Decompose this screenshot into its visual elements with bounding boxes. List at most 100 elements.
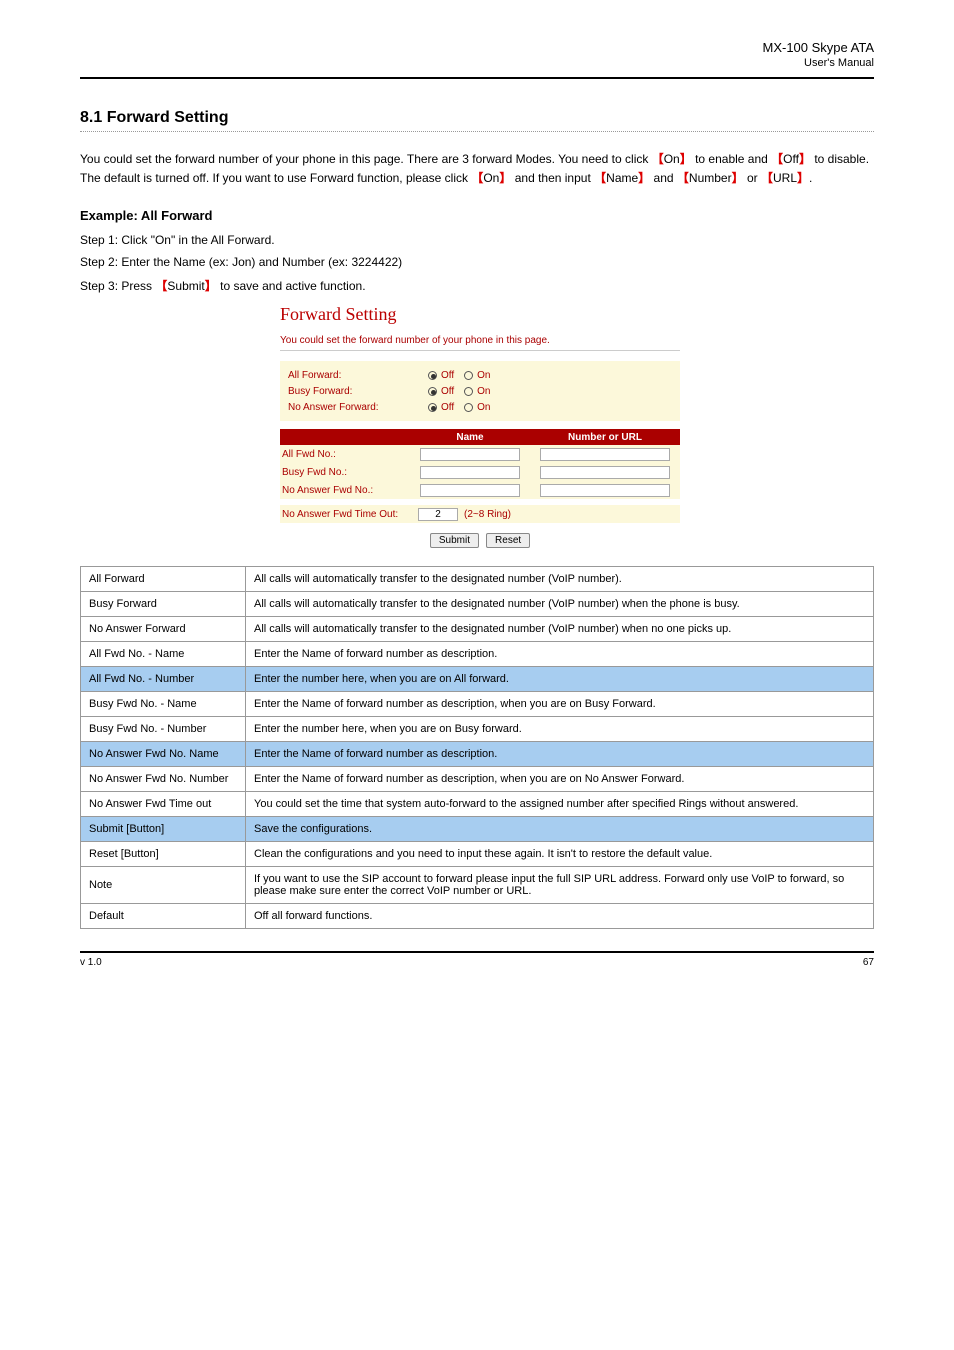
table-desc: If you want to use the SIP account to fo… <box>246 867 874 904</box>
no-answer-fwd-no-row: No Answer Fwd No.: <box>280 481 680 499</box>
radio-off[interactable] <box>428 387 437 396</box>
bracket-icon: 【 <box>677 171 689 185</box>
example-title: Example: All Forward <box>80 208 874 223</box>
table-label: Note <box>81 867 246 904</box>
radio-on-label: On <box>477 402 490 413</box>
panel-title: Forward Setting <box>280 304 680 325</box>
header-rule <box>80 77 874 79</box>
bracket-icon: 【 <box>155 279 167 293</box>
radio-on-label: On <box>477 370 490 381</box>
table-row: Submit [Button]Save the configurations. <box>81 817 874 842</box>
radio-off-label: Off <box>441 370 454 381</box>
table-row: No Answer Fwd Time outYou could set the … <box>81 792 874 817</box>
text: and <box>654 171 674 185</box>
table-row: DefaultOff all forward functions. <box>81 904 874 929</box>
doc-title: MX-100 Skype ATA <box>80 40 874 55</box>
table-label: No Answer Fwd Time out <box>81 792 246 817</box>
table-desc: Enter the Name of forward number as desc… <box>246 642 874 667</box>
divider <box>280 350 680 351</box>
table-desc: Enter the Name of forward number as desc… <box>246 692 874 717</box>
radio-on-label: On <box>477 386 490 397</box>
text: to save and active function. <box>220 279 365 293</box>
bracket-icon: 】 <box>797 171 809 185</box>
radio-off[interactable] <box>428 371 437 380</box>
bracket-icon: 】 <box>205 279 217 293</box>
table-desc: You could set the time that system auto-… <box>246 792 874 817</box>
table-label: All Fwd No. - Number <box>81 667 246 692</box>
table-row: All Fwd No. - NameEnter the Name of forw… <box>81 642 874 667</box>
text: Submit <box>167 279 204 293</box>
text: On <box>483 171 499 185</box>
text: and then input <box>515 171 591 185</box>
table-label: Submit [Button] <box>81 817 246 842</box>
text: to enable and <box>695 152 771 166</box>
table-row: Reset [Button]Clean the configurations a… <box>81 842 874 867</box>
table-label: All Forward <box>81 567 246 592</box>
text: Step 3: Press <box>80 279 155 293</box>
table-label: Busy Fwd No. - Number <box>81 717 246 742</box>
text: Number <box>689 171 732 185</box>
radio-on[interactable] <box>464 371 473 380</box>
bracket-icon: 【 <box>761 171 773 185</box>
timeout-label: No Answer Fwd Time Out: <box>282 509 412 520</box>
timeout-input[interactable] <box>418 508 458 521</box>
radio-on[interactable] <box>464 403 473 412</box>
panel-caption: You could set the forward number of your… <box>280 335 680 346</box>
all-fwd-no-row: All Fwd No.: <box>280 445 680 463</box>
text: Name <box>606 171 638 185</box>
all-forward-row: All Forward: Off On <box>288 367 672 383</box>
all-fwd-number-input[interactable] <box>540 448 670 461</box>
table-row: NoteIf you want to use the SIP account t… <box>81 867 874 904</box>
table-label: No Answer Fwd No. Name <box>81 742 246 767</box>
doc-subtitle: User's Manual <box>80 57 874 69</box>
reset-button[interactable]: Reset <box>486 533 530 548</box>
submit-button[interactable]: Submit <box>430 533 479 548</box>
table-row: No Answer Fwd No. NumberEnter the Name o… <box>81 767 874 792</box>
forward-mode-block: All Forward: Off On Busy Forward: Off On… <box>280 361 680 421</box>
footer-version: v 1.0 <box>80 957 102 968</box>
all-fwd-name-input[interactable] <box>420 448 520 461</box>
bracket-icon: 】 <box>799 152 811 166</box>
table-label: Busy Forward <box>81 592 246 617</box>
table-desc: Off all forward functions. <box>246 904 874 929</box>
busy-forward-row: Busy Forward: Off On <box>288 383 672 399</box>
no-answer-forward-row: No Answer Forward: Off On <box>288 399 672 415</box>
timeout-hint: (2~8 Ring) <box>464 509 511 520</box>
forward-setting-screenshot: Forward Setting You could set the forwar… <box>280 304 680 548</box>
bracket-icon: 】 <box>680 152 692 166</box>
table-desc: All calls will automatically transfer to… <box>246 592 874 617</box>
bracket-icon: 【 <box>652 152 664 166</box>
page-footer: v 1.0 67 <box>80 957 874 968</box>
table-label: Default <box>81 904 246 929</box>
label: All Forward: <box>288 370 418 381</box>
footer-rule <box>80 951 874 953</box>
label: No Answer Fwd No.: <box>280 485 410 496</box>
table-row: Busy Fwd No. - NumberEnter the number he… <box>81 717 874 742</box>
table-label: All Fwd No. - Name <box>81 642 246 667</box>
table-label: No Answer Fwd No. Number <box>81 767 246 792</box>
table-desc: All calls will automatically transfer to… <box>246 567 874 592</box>
table-desc: Enter the number here, when you are on A… <box>246 667 874 692</box>
table-row: Busy Fwd No. - NameEnter the Name of for… <box>81 692 874 717</box>
text: . <box>809 171 812 185</box>
col-name: Name <box>410 432 530 443</box>
fwd-table-header: Name Number or URL <box>280 429 680 445</box>
table-row: Busy ForwardAll calls will automatically… <box>81 592 874 617</box>
radio-off[interactable] <box>428 403 437 412</box>
radio-on[interactable] <box>464 387 473 396</box>
busy-fwd-number-input[interactable] <box>540 466 670 479</box>
text: Off <box>783 152 799 166</box>
bracket-icon: 】 <box>732 171 744 185</box>
timeout-row: No Answer Fwd Time Out: (2~8 Ring) <box>280 505 680 523</box>
no-answer-fwd-number-input[interactable] <box>540 484 670 497</box>
table-label: No Answer Forward <box>81 617 246 642</box>
text: You could set the forward number of your… <box>80 152 652 166</box>
table-desc: Enter the number here, when you are on B… <box>246 717 874 742</box>
radio-off-label: Off <box>441 386 454 397</box>
busy-fwd-name-input[interactable] <box>420 466 520 479</box>
bracket-icon: 【 <box>594 171 606 185</box>
table-row: All Fwd No. - NumberEnter the number her… <box>81 667 874 692</box>
no-answer-fwd-name-input[interactable] <box>420 484 520 497</box>
table-desc: Enter the Name of forward number as desc… <box>246 742 874 767</box>
table-row: No Answer Fwd No. NameEnter the Name of … <box>81 742 874 767</box>
